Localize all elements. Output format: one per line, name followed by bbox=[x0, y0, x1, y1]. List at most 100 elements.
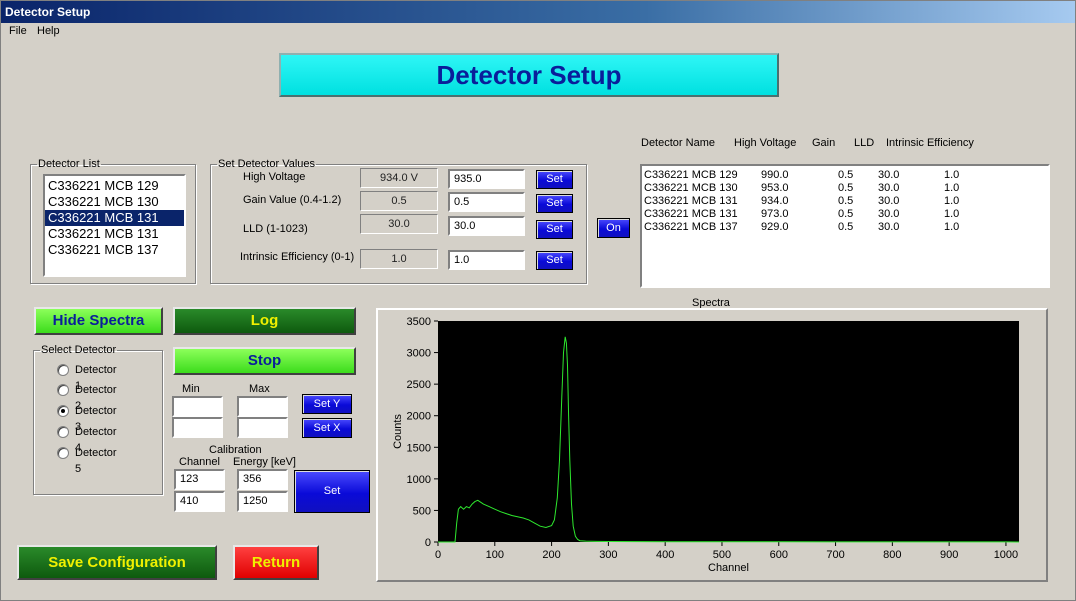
radio-button[interactable] bbox=[57, 364, 69, 376]
min-label: Min bbox=[182, 383, 200, 395]
calibration-title: Calibration bbox=[209, 444, 262, 456]
table-cell: C336221 MCB 130 bbox=[644, 182, 738, 194]
efficiency-current: 1.0 bbox=[360, 249, 438, 269]
y-tick-label: 3500 bbox=[407, 316, 431, 328]
set-efficiency-button[interactable]: Set bbox=[536, 251, 573, 270]
table-cell: 1.0 bbox=[944, 208, 960, 220]
select-detector-legend: Select Detector bbox=[41, 344, 117, 356]
table-cell: C336221 MCB 131 bbox=[644, 195, 738, 207]
stop-button[interactable]: Stop bbox=[173, 347, 356, 375]
list-item[interactable]: C336221 MCB 130 bbox=[45, 194, 184, 210]
y-tick-label: 500 bbox=[413, 505, 431, 517]
cal-energy-1-input[interactable]: 356 bbox=[237, 469, 288, 490]
high-voltage-label: High Voltage bbox=[243, 171, 306, 183]
table-cell: 990.0 bbox=[761, 169, 789, 181]
efficiency-input[interactable]: 1.0 bbox=[448, 250, 525, 270]
menu-help[interactable]: Help bbox=[37, 25, 60, 37]
radio-button-selected[interactable] bbox=[57, 405, 69, 417]
high-voltage-input[interactable]: 935.0 bbox=[448, 169, 525, 189]
table-cell: 30.0 bbox=[878, 221, 900, 233]
radio-button[interactable] bbox=[57, 447, 69, 459]
x-tick-label: 100 bbox=[486, 549, 504, 561]
table-cell: 0.5 bbox=[838, 195, 854, 207]
log-button[interactable]: Log bbox=[173, 307, 356, 335]
radio-button[interactable] bbox=[57, 426, 69, 438]
detector-table[interactable]: C336221 MCB 129 990.0 0.5 30.0 1.0 C3362… bbox=[640, 164, 1050, 288]
save-configuration-button[interactable]: Save Configuration bbox=[17, 545, 217, 580]
list-item[interactable]: C336221 MCB 137 bbox=[45, 242, 184, 258]
table-cell: 929.0 bbox=[761, 221, 789, 233]
min-y-input[interactable] bbox=[172, 396, 223, 417]
table-cell: 973.0 bbox=[761, 208, 789, 220]
max-y-input[interactable] bbox=[237, 396, 288, 417]
y-tick-label: 2500 bbox=[407, 379, 431, 391]
y-tick-label: 3000 bbox=[407, 348, 431, 360]
calibration-set-button[interactable]: Set bbox=[294, 470, 370, 513]
hide-spectra-button[interactable]: Hide Spectra bbox=[34, 307, 163, 335]
cal-energy-2-input[interactable]: 1250 bbox=[237, 491, 288, 512]
gain-current: 0.5 bbox=[360, 191, 438, 211]
table-cell: 0.5 bbox=[838, 208, 854, 220]
max-label: Max bbox=[249, 383, 270, 395]
list-item[interactable]: C336221 MCB 131 bbox=[45, 226, 184, 242]
y-axis-label: Counts bbox=[392, 414, 404, 449]
detector-listbox[interactable]: C336221 MCB 129 C336221 MCB 130 C336221 … bbox=[43, 174, 186, 277]
table-cell: 953.0 bbox=[761, 182, 789, 194]
energy-label: Energy [keV] bbox=[233, 456, 296, 468]
y-tick-label: 1000 bbox=[407, 474, 431, 486]
table-cell: 1.0 bbox=[944, 169, 960, 181]
x-tick-label: 0 bbox=[435, 549, 441, 561]
lld-current: 30.0 bbox=[360, 214, 438, 234]
radio-button[interactable] bbox=[57, 384, 69, 396]
page-title: Detector Setup bbox=[279, 53, 779, 97]
table-cell: 934.0 bbox=[761, 195, 789, 207]
gain-input[interactable]: 0.5 bbox=[448, 192, 525, 212]
table-cell: 1.0 bbox=[944, 182, 960, 194]
y-tick-label: 2000 bbox=[407, 411, 431, 423]
table-cell: 1.0 bbox=[944, 195, 960, 207]
menu-bar: File Help bbox=[1, 23, 1075, 41]
table-cell: C336221 MCB 131 bbox=[644, 208, 738, 220]
x-tick-label: 700 bbox=[826, 549, 844, 561]
x-tick-label: 800 bbox=[883, 549, 901, 561]
col-efficiency: Intrinsic Efficiency bbox=[886, 137, 974, 149]
table-cell: 30.0 bbox=[878, 169, 900, 181]
plot-area[interactable] bbox=[438, 321, 1019, 542]
set-high-voltage-button[interactable]: Set bbox=[536, 170, 573, 189]
app-window: Detector Setup File Help Detector Setup … bbox=[0, 0, 1076, 601]
return-button[interactable]: Return bbox=[233, 545, 319, 580]
col-gain: Gain bbox=[812, 137, 836, 149]
table-cell: C336221 MCB 129 bbox=[644, 169, 738, 181]
table-cell: 0.5 bbox=[838, 221, 854, 233]
on-button[interactable]: On bbox=[597, 218, 630, 238]
set-x-button[interactable]: Set X bbox=[302, 418, 352, 438]
cal-channel-2-input[interactable]: 410 bbox=[174, 491, 225, 512]
y-tick-label: 1500 bbox=[407, 442, 431, 454]
x-tick-label: 900 bbox=[940, 549, 958, 561]
col-detector-name: Detector Name bbox=[641, 137, 715, 149]
menu-file[interactable]: File bbox=[9, 25, 27, 37]
list-item[interactable]: C336221 MCB 129 bbox=[45, 178, 184, 194]
x-tick-label: 200 bbox=[542, 549, 560, 561]
x-tick-label: 400 bbox=[656, 549, 674, 561]
detector-list-legend: Detector List bbox=[38, 158, 100, 170]
table-cell: 1.0 bbox=[944, 221, 960, 233]
max-x-input[interactable] bbox=[237, 417, 288, 438]
x-axis-label: Channel bbox=[708, 562, 749, 574]
x-tick-label: 600 bbox=[770, 549, 788, 561]
table-cell: 30.0 bbox=[878, 182, 900, 194]
efficiency-label: Intrinsic Efficiency (0-1) bbox=[240, 251, 355, 263]
col-lld: LLD bbox=[854, 137, 875, 149]
col-high-voltage: High Voltage bbox=[734, 137, 797, 149]
list-item-selected[interactable]: C336221 MCB 131 bbox=[45, 210, 184, 226]
set-gain-button[interactable]: Set bbox=[536, 194, 573, 213]
spectra-chart[interactable]: 0 500 1000 1500 2000 2500 3000 3500 0 100 200 300 40… bbox=[376, 308, 1048, 582]
table-cell: C336221 MCB 137 bbox=[644, 221, 738, 233]
set-lld-button[interactable]: Set bbox=[536, 220, 573, 239]
set-y-button[interactable]: Set Y bbox=[302, 394, 352, 414]
x-tick-label: 300 bbox=[599, 549, 617, 561]
lld-input[interactable]: 30.0 bbox=[448, 216, 525, 236]
min-x-input[interactable] bbox=[172, 417, 223, 438]
cal-channel-1-input[interactable]: 123 bbox=[174, 469, 225, 490]
y-tick-label: 0 bbox=[425, 537, 431, 549]
